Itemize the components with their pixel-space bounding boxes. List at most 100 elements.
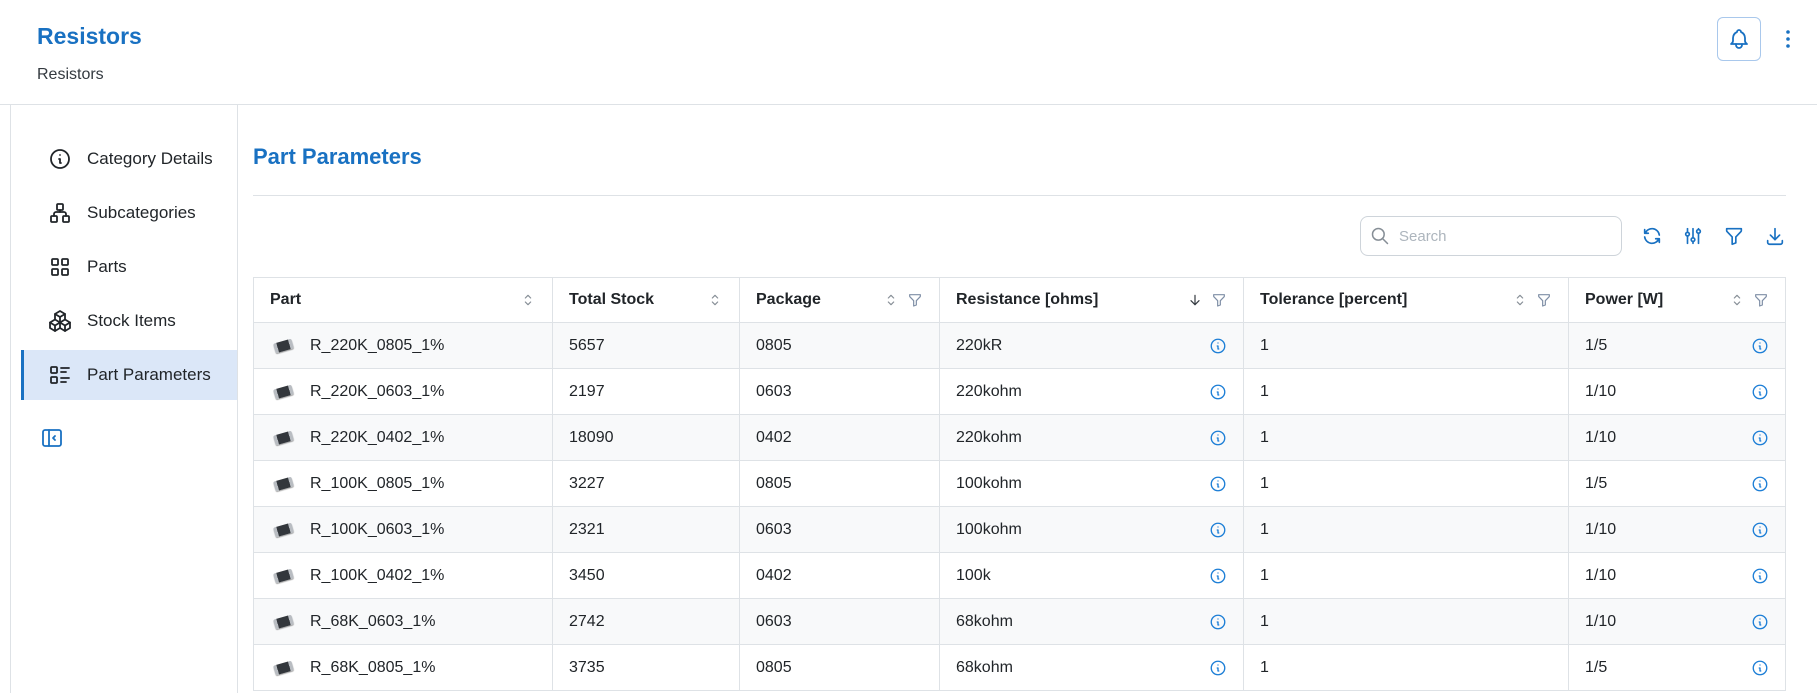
part-thumbnail-image [270,519,296,541]
total-stock-value: 2197 [569,383,605,400]
sort-selector-icon[interactable] [1512,292,1528,308]
power-info-icon[interactable] [1751,337,1769,355]
column-header-package[interactable]: Package [740,278,940,323]
list-details-icon [48,363,72,387]
table-row[interactable]: R_220K_0805_1% 5657 0805 220kR 1 1/5 [254,323,1786,369]
sidebar-item-category-details[interactable]: Category Details [21,134,237,184]
resistance-info-icon[interactable] [1209,429,1227,447]
main-panel: Part Parameters [238,105,1817,693]
table-toolbar [253,215,1786,257]
tolerance-value: 1 [1260,567,1269,584]
breadcrumb-item-resistors[interactable]: Resistors [37,66,104,83]
part-name: R_68K_0603_1% [310,613,435,631]
sidebar-item-parts[interactable]: Parts [21,242,237,292]
part-name: R_100K_0805_1% [310,475,444,493]
power-info-icon[interactable] [1751,383,1769,401]
power-value: 1/10 [1585,429,1616,447]
column-filter-icon[interactable] [1211,292,1227,308]
power-info-icon[interactable] [1751,475,1769,493]
package-value: 0603 [756,613,792,630]
sidebar-item-stock-items[interactable]: Stock Items [21,296,237,346]
app-root: Resistors Resistors Category Details Sub… [0,0,1817,693]
resistance-info-icon[interactable] [1209,475,1227,493]
total-stock-value: 3450 [569,567,605,584]
sidebar-item-label: Stock Items [87,311,176,331]
power-info-icon[interactable] [1751,521,1769,539]
sort-selector-icon[interactable] [707,292,723,308]
power-info-icon[interactable] [1751,659,1769,677]
table-row[interactable]: R_220K_0603_1% 2197 0603 220kohm 1 1/10 [254,369,1786,415]
sort-selector-icon[interactable] [1729,292,1745,308]
total-stock-value: 3227 [569,475,605,492]
column-header-part[interactable]: Part [254,278,553,323]
sort-selector-icon[interactable] [520,292,536,308]
table-options-button[interactable] [1682,225,1704,247]
resistance-value: 68kohm [956,659,1013,677]
package-value: 0805 [756,475,792,492]
column-filter-icon[interactable] [1753,292,1769,308]
tolerance-value: 1 [1260,521,1269,538]
refresh-button[interactable] [1641,225,1663,247]
resistance-value: 220kR [956,337,1002,355]
package-value: 0603 [756,383,792,400]
tolerance-value: 1 [1260,659,1269,676]
column-header-total-stock[interactable]: Total Stock [553,278,740,323]
power-value: 1/10 [1585,383,1616,401]
column-filter-icon[interactable] [907,292,923,308]
table-row[interactable]: R_68K_0805_1% 3735 0805 68kohm 1 1/5 [254,645,1786,691]
download-button[interactable] [1764,225,1786,247]
grid-icon [48,255,72,279]
resistance-info-icon[interactable] [1209,383,1227,401]
tolerance-value: 1 [1260,383,1269,400]
table-row[interactable]: R_100K_0805_1% 3227 0805 100kohm 1 1/5 [254,461,1786,507]
resistance-info-icon[interactable] [1209,567,1227,585]
sidebar-item-subcategories[interactable]: Subcategories [21,188,237,238]
refresh-icon [1641,225,1663,247]
tolerance-value: 1 [1260,613,1269,630]
total-stock-value: 2321 [569,521,605,538]
column-label: Resistance [ohms] [956,291,1098,309]
resistance-info-icon[interactable] [1209,521,1227,539]
table-row[interactable]: R_100K_0402_1% 3450 0402 100k 1 1/10 [254,553,1786,599]
column-label: Total Stock [569,291,654,309]
total-stock-value: 3735 [569,659,605,676]
power-value: 1/10 [1585,567,1616,585]
sidebar: Category Details Subcategories Parts Sto… [0,105,238,693]
resistance-info-icon[interactable] [1209,613,1227,631]
power-info-icon[interactable] [1751,567,1769,585]
panel-left-border [10,105,11,693]
notifications-button[interactable] [1717,17,1761,61]
power-info-icon[interactable] [1751,429,1769,447]
bell-icon [1727,27,1751,51]
overflow-menu-button[interactable] [1775,17,1801,61]
column-header-tolerance[interactable]: Tolerance [percent] [1244,278,1569,323]
filter-button[interactable] [1723,225,1745,247]
part-name: R_220K_0805_1% [310,337,444,355]
sort-selector-icon[interactable] [883,292,899,308]
sidebar-item-part-parameters[interactable]: Part Parameters [21,350,237,400]
part-name: R_68K_0805_1% [310,659,435,677]
part-thumbnail-image [270,473,296,495]
part-parameters-table: Part Total Stock Packa [253,277,1786,691]
section-divider [253,195,1786,196]
part-name: R_100K_0402_1% [310,567,444,585]
resistance-info-icon[interactable] [1209,659,1227,677]
package-value: 0402 [756,567,792,584]
resistance-info-icon[interactable] [1209,337,1227,355]
table-row[interactable]: R_220K_0402_1% 18090 0402 220kohm 1 1/10 [254,415,1786,461]
sidebar-item-label: Subcategories [87,203,196,223]
part-thumbnail-image [270,565,296,587]
search-input[interactable] [1360,216,1622,256]
sort-descending-icon[interactable] [1187,292,1203,308]
column-header-resistance[interactable]: Resistance [ohms] [940,278,1244,323]
adjustments-icon [1682,225,1704,247]
column-header-power[interactable]: Power [W] [1569,278,1786,323]
column-filter-icon[interactable] [1536,292,1552,308]
part-thumbnail-image [270,657,296,679]
power-info-icon[interactable] [1751,613,1769,631]
sidebar-collapse-button[interactable] [40,426,64,450]
package-value: 0402 [756,429,792,446]
table-row[interactable]: R_100K_0603_1% 2321 0603 100kohm 1 1/10 [254,507,1786,553]
dots-vertical-icon [1776,27,1800,51]
table-row[interactable]: R_68K_0603_1% 2742 0603 68kohm 1 1/10 [254,599,1786,645]
